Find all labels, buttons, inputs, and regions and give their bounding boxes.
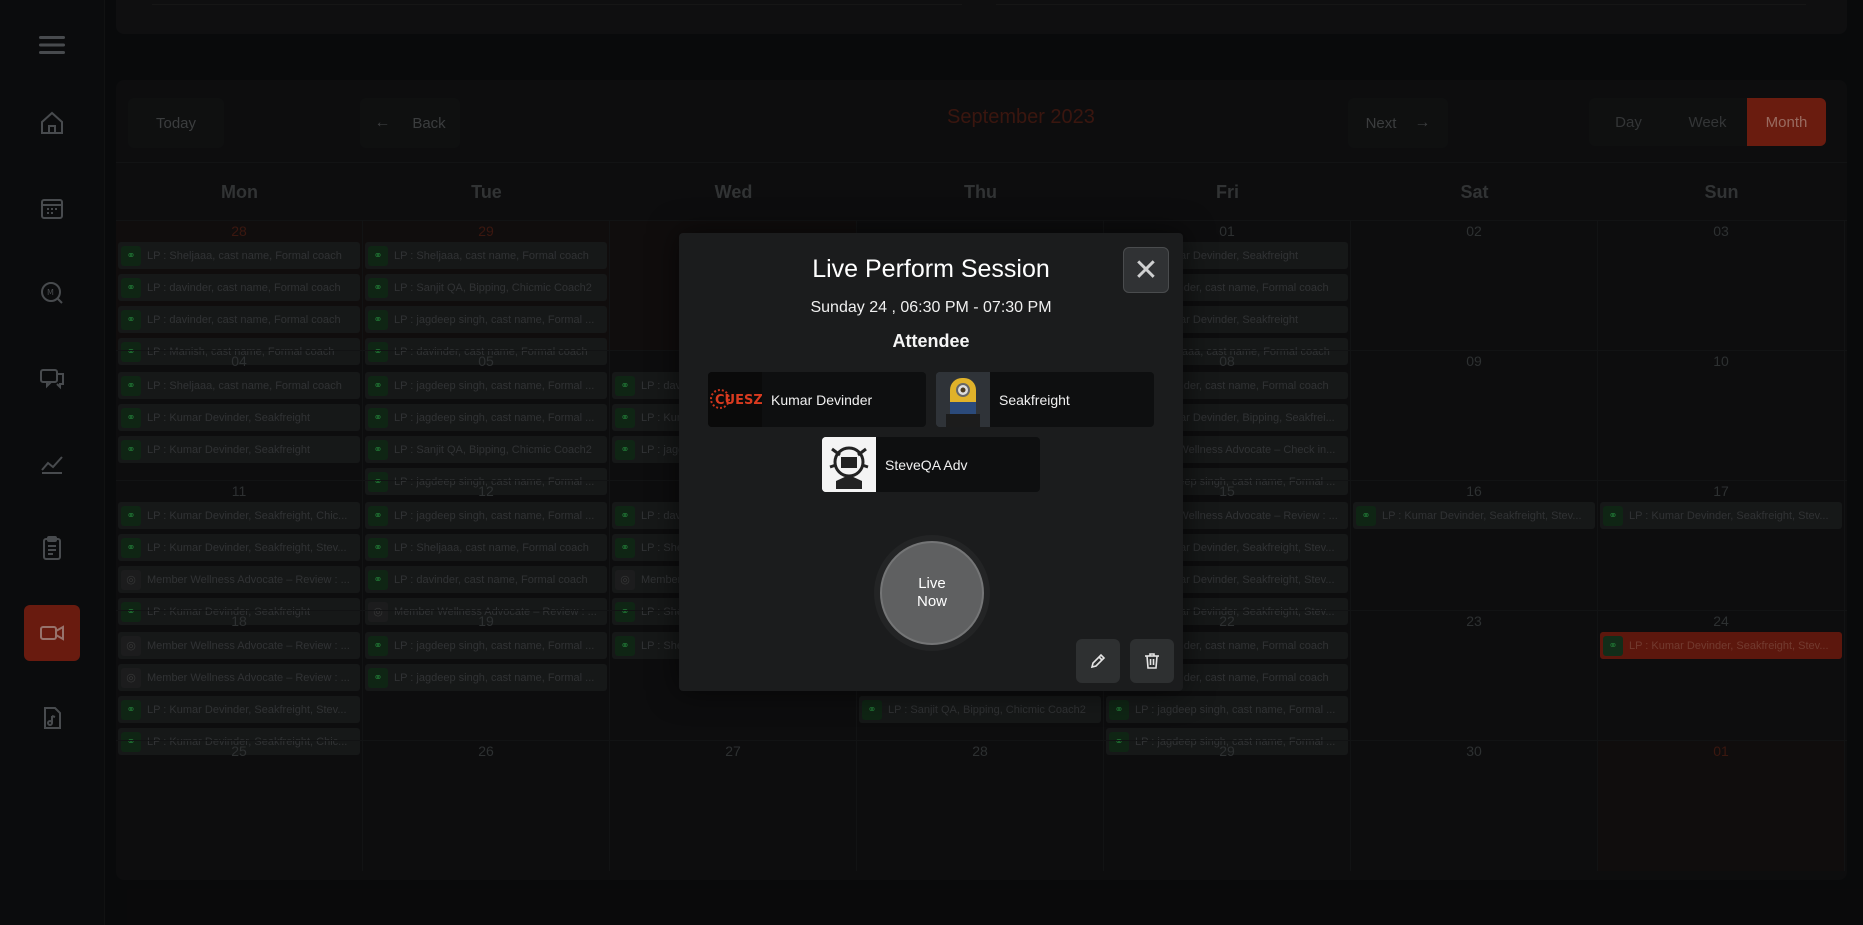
- session-time: Sunday 24 , 06:30 PM - 07:30 PM: [810, 299, 1052, 316]
- minion-avatar: [936, 372, 990, 427]
- pencil-icon[interactable]: [1076, 639, 1120, 683]
- attendee-card[interactable]: Seakfreight: [936, 372, 1154, 427]
- trash-icon[interactable]: [1130, 639, 1174, 683]
- attendee-heading: Attendee: [892, 331, 970, 351]
- live-now-ring: Live Now: [874, 535, 990, 651]
- attendee-name: Kumar Devinder: [771, 391, 873, 408]
- live-now-label: Live: [918, 575, 946, 592]
- cuesz-logo-avatar: CUESZ: [708, 372, 763, 427]
- modal-title: Live Perform Session: [812, 255, 1050, 283]
- svg-text:CUESZ: CUESZ: [715, 393, 762, 408]
- attendee-card[interactable]: CUESZ Kumar Devinder: [708, 372, 926, 427]
- close-icon[interactable]: ✕: [1123, 247, 1169, 293]
- attendee-card[interactable]: SteveQA Adv: [822, 437, 1040, 492]
- live-now-label: Now: [916, 593, 947, 610]
- emblem-avatar: [822, 437, 876, 492]
- session-modal: Live Perform Session ✕ Sunday 24 , 06:30…: [679, 233, 1183, 691]
- attendee-name: SteveQA Adv: [885, 456, 968, 473]
- live-now-button[interactable]: Live Now: [880, 541, 984, 645]
- attendee-name: Seakfreight: [999, 391, 1070, 408]
